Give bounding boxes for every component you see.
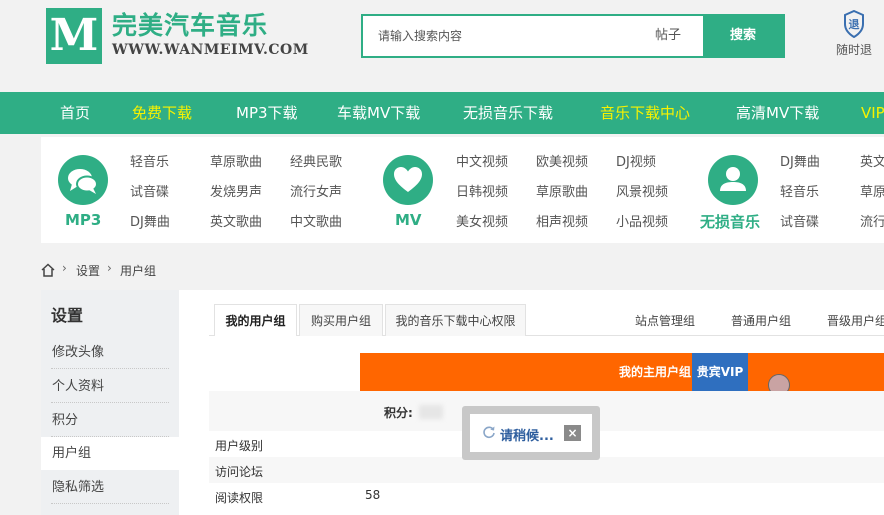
category-link[interactable]: 轻音乐 [130, 151, 169, 170]
category-link[interactable]: 试音碟 [780, 211, 819, 230]
table-row [209, 457, 884, 483]
category-link[interactable]: 经典民歌 [290, 151, 342, 170]
category-link[interactable]: 流行女声 [290, 181, 342, 200]
svg-text:退: 退 [849, 17, 860, 31]
category-link[interactable]: DJ舞曲 [130, 211, 170, 230]
category-mv-title[interactable]: MV [395, 211, 422, 229]
category-link[interactable]: 轻音乐 [780, 181, 819, 200]
row-label-read: 阅读权限 [215, 491, 264, 505]
category-link[interactable]: DJ舞曲 [780, 151, 820, 170]
logo-icon[interactable]: M [46, 8, 102, 64]
category-mp3-title[interactable]: MP3 [65, 211, 101, 229]
nav-item-music-center[interactable]: 音乐下载中心 [600, 92, 690, 134]
nav-item-home[interactable]: 首页 [60, 92, 90, 134]
category-link[interactable]: 草原歌曲 [536, 181, 588, 200]
category-link[interactable]: 英文 [860, 151, 884, 170]
site-url: WWW.WANMEIMV.COM [112, 42, 309, 58]
tab-admin-group[interactable]: 站点管理组 [635, 312, 695, 329]
loading-dialog: 请稍候... × [462, 406, 600, 460]
quit-label: 随时退 [835, 43, 872, 57]
row-label-level: 用户级别 [215, 439, 264, 453]
search-bar: 帖子 搜索 [361, 14, 785, 58]
breadcrumb-item[interactable]: 用户组 [120, 262, 156, 279]
nav-item-free-download[interactable]: 免费下载 [132, 92, 192, 134]
banner-label: 我的主用户组 - [619, 365, 701, 379]
category-link[interactable]: 中文歌曲 [290, 211, 342, 230]
nav-item-lossless[interactable]: 无损音乐下载 [463, 92, 553, 134]
breadcrumb-item[interactable]: 设置 [76, 262, 100, 279]
nav-item-vip[interactable]: VIP [861, 92, 884, 134]
sidebar-item-label: 隐私筛选 [52, 480, 105, 495]
category-link[interactable]: 欧美视频 [536, 151, 588, 170]
quit-button[interactable]: 退 随时退 [832, 10, 876, 70]
category-link[interactable]: 日韩视频 [456, 181, 508, 200]
loading-text: 请稍候... [500, 429, 554, 444]
score-label: 积分: [384, 406, 413, 420]
sidebar-item-credits[interactable]: 积分 [41, 404, 179, 437]
category-link[interactable]: 试音碟 [130, 181, 169, 200]
settings-sidebar: 设置 修改头像 个人资料 积分 用户组 隐私筛选 [41, 290, 179, 515]
category-link[interactable]: 草原歌曲 [210, 151, 262, 170]
nav-item-car-mv[interactable]: 车载MV下载 [337, 92, 420, 134]
nav-item-mp3[interactable]: MP3下载 [236, 92, 298, 134]
quit-icon: 退 [844, 10, 864, 38]
nav-item-hd-mv[interactable]: 高清MV下载 [736, 92, 819, 134]
sidebar-item-profile[interactable]: 个人资料 [41, 370, 179, 403]
mv-heart-icon[interactable] [383, 155, 433, 205]
site-header: M 完美汽车音乐 WWW.WANMEIMV.COM 帖子 搜索 退 随时退 [0, 0, 884, 92]
sidebar-item-label: 个人资料 [52, 379, 105, 394]
refresh-icon [483, 426, 495, 439]
search-type-select[interactable]: 帖子 [633, 16, 703, 56]
category-link[interactable]: 中文视频 [456, 151, 508, 170]
usergroup-content: 我的用户组 购买用户组 我的音乐下载中心权限 站点管理组 普通用户组 晋级用户组… [179, 290, 884, 515]
category-link[interactable]: 相声视频 [536, 211, 588, 230]
home-icon[interactable] [40, 262, 56, 278]
category-lossless-title[interactable]: 无损音乐 [700, 211, 760, 232]
category-panel: MP3 轻音乐 草原歌曲 经典民歌 试音碟 发烧男声 流行女声 DJ舞曲 英文歌… [41, 137, 884, 243]
category-link[interactable]: 发烧男声 [210, 181, 262, 200]
page: M 完美汽车音乐 WWW.WANMEIMV.COM 帖子 搜索 退 随时退 首页… [0, 0, 884, 515]
sidebar-item-label: 用户组 [52, 446, 92, 461]
category-link[interactable]: 英文歌曲 [210, 211, 262, 230]
sidebar-item-privacy[interactable]: 隐私筛选 [41, 471, 179, 504]
category-link[interactable]: 风景视频 [616, 181, 668, 200]
main-nav: 首页 免费下载 MP3下载 车载MV下载 无损音乐下载 音乐下载中心 高清MV下… [0, 92, 884, 134]
sidebar-item-avatar[interactable]: 修改头像 [41, 336, 179, 369]
tab-music-center-permission[interactable]: 我的音乐下载中心权限 [385, 304, 526, 336]
sidebar-item-usergroup[interactable]: 用户组 [41, 437, 179, 470]
sidebar-title: 设置 [51, 306, 84, 325]
score-value-blurred [419, 405, 443, 419]
main-usergroup-banner: 我的主用户组 - 贵宾VIP [360, 353, 884, 396]
row-label-forum: 访问论坛 [215, 465, 264, 479]
sidebar-item-label: 积分 [52, 413, 79, 428]
sidebar-item-label: 修改头像 [52, 345, 105, 360]
tab-promotion-group[interactable]: 晋级用户组 [827, 312, 884, 329]
category-link[interactable]: 小品视频 [616, 211, 668, 230]
site-name[interactable]: 完美汽车音乐 [112, 6, 268, 42]
close-icon[interactable]: × [564, 425, 581, 441]
chevron-right-icon: › [107, 261, 112, 275]
lossless-user-icon[interactable] [708, 155, 758, 205]
chevron-right-icon: › [62, 261, 67, 275]
category-link[interactable]: DJ视频 [616, 151, 656, 170]
search-button[interactable]: 搜索 [703, 16, 783, 56]
tab-my-usergroup[interactable]: 我的用户组 [214, 304, 297, 336]
tab-normal-group[interactable]: 普通用户组 [731, 312, 791, 329]
category-link[interactable]: 美女视频 [456, 211, 508, 230]
category-link[interactable]: 草原 [860, 181, 884, 200]
loading-dialog-body: 请稍候... × [470, 414, 592, 452]
vip-badge: 贵宾VIP [692, 353, 748, 391]
category-link[interactable]: 流行 [860, 211, 884, 230]
mp3-chat-icon[interactable] [58, 155, 108, 205]
read-permission-value: 58 [365, 488, 381, 502]
tab-buy-usergroup[interactable]: 购买用户组 [299, 304, 383, 336]
search-input[interactable] [363, 16, 633, 56]
